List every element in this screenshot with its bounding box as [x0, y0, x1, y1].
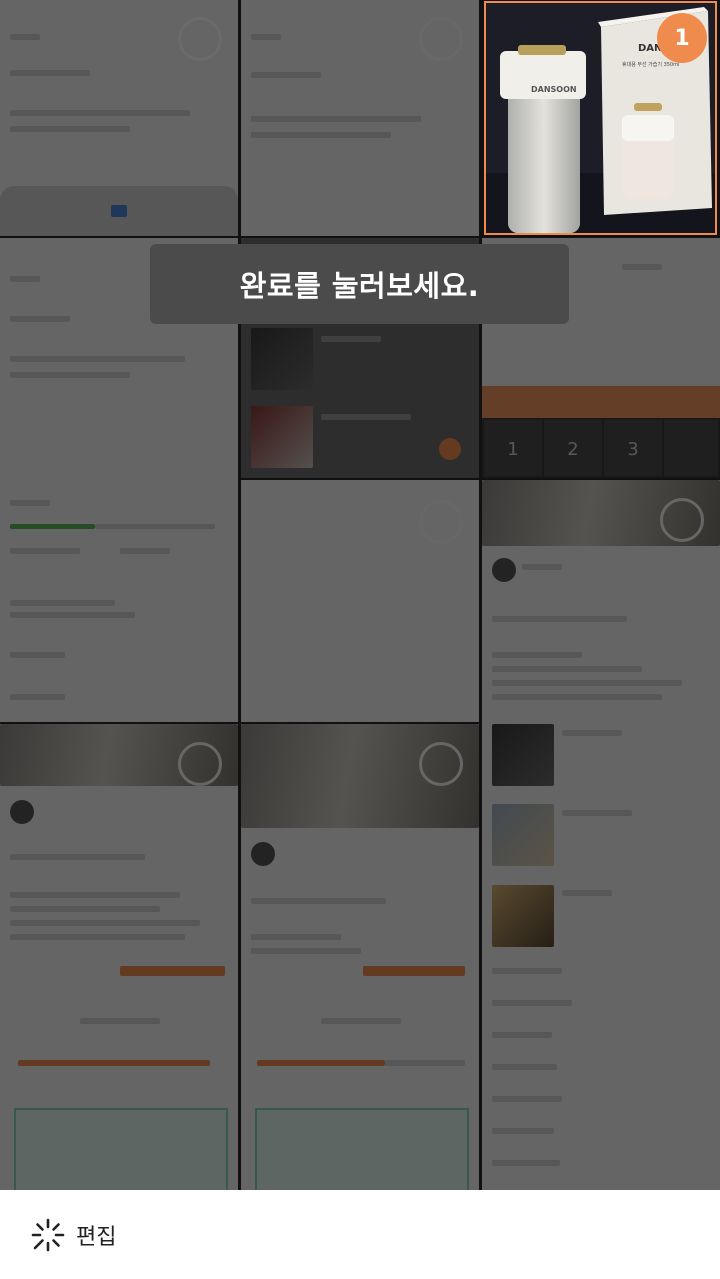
edit-label: 편집 [76, 1224, 117, 1250]
select-circle[interactable] [178, 17, 222, 61]
thumbnail-9[interactable] [241, 724, 479, 1190]
thumbnail-6[interactable] [241, 480, 479, 722]
sparkle-icon [31, 1218, 65, 1251]
bottom-bar: 편집 [0, 1190, 720, 1279]
select-circle[interactable] [178, 742, 222, 786]
edit-button[interactable]: 편집 [30, 1217, 116, 1253]
select-circle[interactable] [419, 742, 463, 786]
keypad-key[interactable]: 2 [544, 420, 602, 476]
select-circle[interactable] [660, 498, 704, 542]
eye-icon[interactable] [664, 420, 718, 476]
select-circle[interactable] [419, 500, 463, 544]
selection-count-badge[interactable]: 1 [657, 13, 707, 63]
keypad-key[interactable]: 3 [604, 420, 662, 476]
thumbnail-8[interactable] [0, 724, 238, 1190]
box-subtitle: 휴대용 무선 가습기 350ml [622, 62, 680, 68]
thumbnail-1[interactable] [0, 0, 238, 236]
toast-message: 완료를 눌러보세요. [150, 244, 569, 324]
thumbnail-2[interactable] [241, 0, 479, 236]
product-brand: DANSOON [531, 85, 577, 94]
select-circle[interactable] [419, 17, 463, 61]
keypad-key[interactable]: 1 [484, 420, 542, 476]
thumbnail-7[interactable] [482, 480, 720, 1190]
